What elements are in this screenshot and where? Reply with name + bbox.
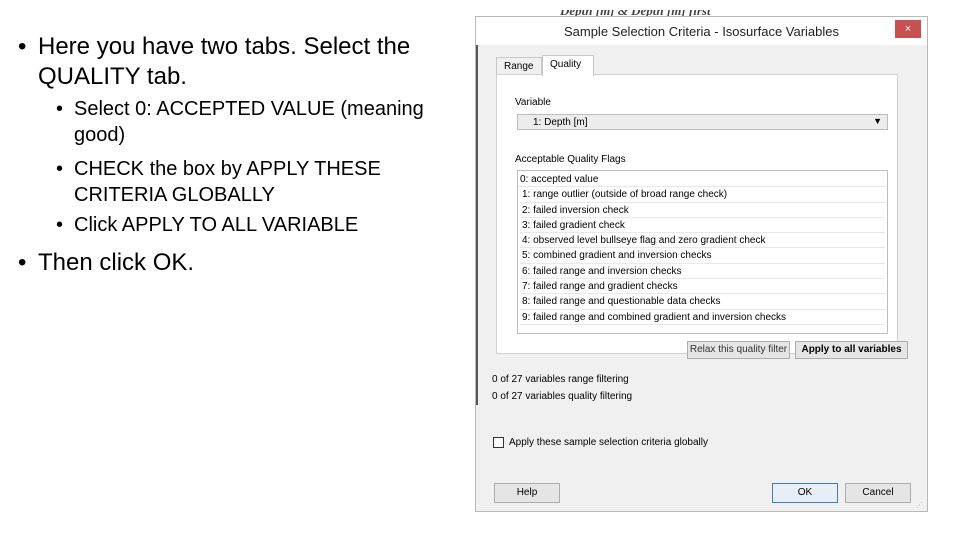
flag-item[interactable]: 4: observed level bullseye flag and zero… xyxy=(520,233,885,249)
slide-bullets: Here you have two tabs. Select the QUALI… xyxy=(18,32,438,278)
flag-item[interactable]: 9: failed range and combined gradient an… xyxy=(520,310,885,325)
window-edge xyxy=(476,45,478,405)
variable-label: Variable xyxy=(515,97,551,108)
tab-quality[interactable]: Quality xyxy=(542,55,594,76)
sample-selection-dialog: Sample Selection Criteria - Isosurface V… xyxy=(475,16,928,512)
flag-item[interactable]: 8: failed range and questionable data ch… xyxy=(520,294,885,310)
flag-item[interactable]: 1: range outlier (outside of broad range… xyxy=(520,187,885,203)
tab-range[interactable]: Range xyxy=(496,57,542,75)
apply-globally-label[interactable]: Apply these sample selection criteria gl… xyxy=(509,437,708,448)
bullet-click-apply-all: Click APPLY TO ALL VARIABLE xyxy=(18,212,438,238)
cancel-button[interactable]: Cancel xyxy=(845,483,911,503)
range-filter-status: 0 of 27 variables range filtering xyxy=(492,374,629,385)
chevron-down-icon: ▼ xyxy=(873,116,882,126)
dialog-titlebar[interactable]: Sample Selection Criteria - Isosurface V… xyxy=(476,17,927,45)
flag-item[interactable]: 5: combined gradient and inversion check… xyxy=(520,248,885,264)
ok-button[interactable]: OK xyxy=(772,483,838,503)
flag-item[interactable]: 2: failed inversion check xyxy=(520,203,885,218)
close-icon: × xyxy=(904,23,912,35)
help-button[interactable]: Help xyxy=(494,483,560,503)
variable-selected-value: 1: Depth [m] xyxy=(533,117,588,128)
flag-item[interactable]: 3: failed gradient check xyxy=(520,218,885,234)
background-window-title: Depth [m] & Depth [m] first xyxy=(560,4,711,16)
bullet-select-accepted-value: Select 0: ACCEPTED VALUE (meaning good) xyxy=(18,96,438,148)
quality-flags-label: Acceptable Quality Flags xyxy=(515,154,626,165)
apply-globally-checkbox[interactable] xyxy=(493,437,504,448)
flag-item[interactable]: 6: failed range and inversion checks xyxy=(520,264,885,280)
bullet-check-apply-globally: CHECK the box by APPLY THESE CRITERIA GL… xyxy=(18,156,438,208)
flag-item[interactable]: 7: failed range and gradient checks xyxy=(520,279,885,295)
resize-grip-icon[interactable]: ⋰ xyxy=(916,501,923,509)
close-button[interactable]: × xyxy=(895,20,921,38)
flag-item[interactable]: 0: accepted value xyxy=(518,172,885,188)
apply-to-all-variables-button[interactable]: Apply to all variables xyxy=(795,341,908,359)
variable-select[interactable]: 1: Depth [m] ▼ xyxy=(517,114,888,130)
relax-filter-button[interactable]: Relax this quality filter xyxy=(687,341,790,359)
bullet-click-ok: Then click OK. xyxy=(18,248,438,278)
quality-filter-status: 0 of 27 variables quality filtering xyxy=(492,391,633,402)
quality-tab-panel: Variable 1: Depth [m] ▼ Acceptable Quali… xyxy=(496,74,908,359)
quality-flags-list[interactable]: 0: accepted value 1: range outlier (outs… xyxy=(517,170,888,334)
dialog-title: Sample Selection Criteria - Isosurface V… xyxy=(563,24,840,39)
bullet-select-quality-tab: Here you have two tabs. Select the QUALI… xyxy=(18,32,438,92)
